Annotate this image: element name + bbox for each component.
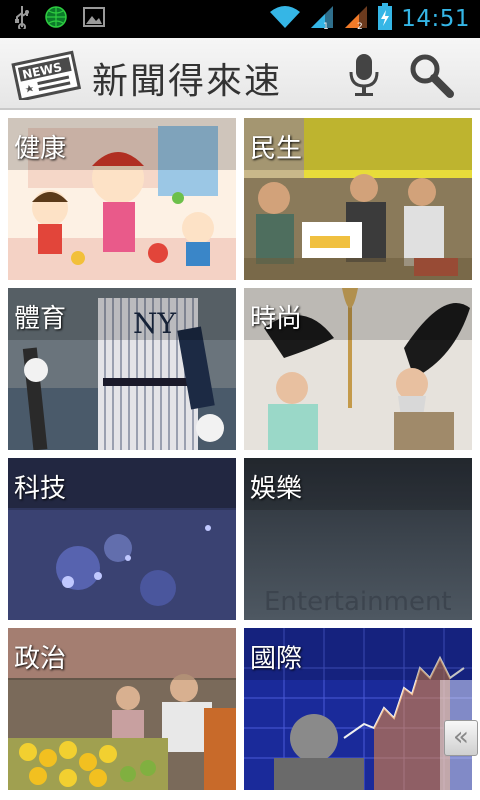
category-tile-technology[interactable]: 科技 — [8, 458, 236, 620]
category-tile-health[interactable]: 健康 — [8, 118, 236, 280]
category-tile-fashion[interactable]: 時尚 — [244, 288, 472, 450]
tile-label: 體育 — [8, 288, 236, 340]
app-title: 新聞得來速 — [92, 61, 283, 102]
status-bar: 1 2 14:51 — [0, 0, 480, 38]
clock: 14:51 — [401, 6, 470, 32]
category-tile-politics[interactable]: 政治 — [8, 628, 236, 790]
tile-label: 國際 — [244, 628, 472, 680]
globe-icon — [44, 5, 68, 33]
category-tile-livelihood[interactable]: 民生 — [244, 118, 472, 280]
entertainment-watermark: Entertainment — [264, 587, 452, 617]
category-tile-sports[interactable]: NY 體育 — [8, 288, 236, 450]
tile-label: 科技 — [8, 458, 236, 510]
signal-1-icon: 1 — [309, 4, 335, 34]
category-tile-international[interactable]: 國際 — [244, 628, 472, 790]
tile-label: 娛樂 — [244, 458, 472, 510]
tile-label: 時尚 — [244, 288, 472, 340]
microphone-icon[interactable] — [346, 52, 382, 98]
svg-text:2: 2 — [357, 22, 363, 30]
image-icon — [82, 6, 106, 32]
action-bar: NEWS 新聞得來速 — [0, 38, 480, 110]
wifi-icon — [269, 4, 301, 34]
category-tile-entertainment[interactable]: Entertainment 娛樂 — [244, 458, 472, 620]
signal-2-icon: 2 — [343, 4, 369, 34]
tile-label: 民生 — [244, 118, 472, 170]
svg-text:1: 1 — [323, 22, 329, 30]
tile-label: 政治 — [8, 628, 236, 680]
news-logo-icon[interactable]: NEWS — [10, 50, 84, 102]
tile-label: 健康 — [8, 118, 236, 170]
battery-charging-icon — [377, 3, 393, 35]
search-icon[interactable] — [406, 50, 456, 100]
category-grid: 健康 民生 NY 體育 時尚 科技 Entertainment 娛樂 政治 國際 — [0, 110, 480, 800]
drawer-open-button[interactable]: « — [444, 720, 478, 756]
drawer-handle[interactable]: « — [440, 680, 480, 800]
usb-icon — [14, 5, 30, 33]
